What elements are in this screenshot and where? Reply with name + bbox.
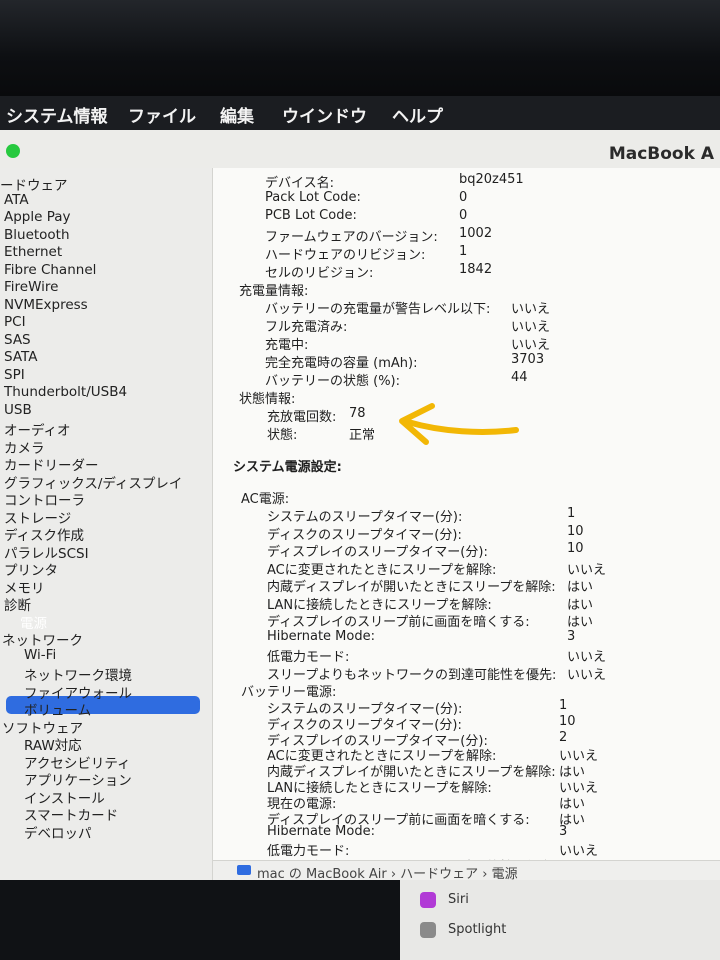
sidebar-item[interactable]: PCI <box>4 314 26 330</box>
screen-bezel <box>0 0 720 96</box>
sidebar-item[interactable]: Apple Pay <box>4 209 71 225</box>
siri-row[interactable]: Siri <box>420 892 469 908</box>
sidebar-item[interactable]: Fibre Channel <box>4 262 96 278</box>
siri-label: Siri <box>448 892 469 907</box>
field-value: いいえ <box>567 667 607 683</box>
field-label: PCB Lot Code: <box>265 208 357 223</box>
field-value: 0 <box>459 190 468 205</box>
sidebar-item[interactable]: SAS <box>4 332 31 348</box>
field-label: 状態: <box>267 428 298 443</box>
field-label: スリープよりもネットワークの到達可能性を優先: <box>267 667 557 683</box>
sidebar-item[interactable]: Bluetooth <box>4 227 70 243</box>
field-value: 0 <box>459 208 468 223</box>
field-label: Pack Lot Code: <box>265 190 361 205</box>
title-bar: MacBook A <box>0 130 720 169</box>
field-value: 78 <box>349 406 366 421</box>
menu-bar: システム情報 ファイル 編集 ウインドウ ヘルプ <box>0 96 720 130</box>
field-label: 内蔵ディスプレイが開いたときにスリープを解除: <box>267 580 556 595</box>
field-label: ディスプレイのスリープ前に画面を暗くする: <box>267 615 530 630</box>
field-value: 10 <box>559 713 576 729</box>
yellow-arrow <box>399 403 519 445</box>
menu-window[interactable]: ウインドウ <box>282 102 367 127</box>
field-value: はい <box>567 580 594 595</box>
section-header: システム電源設定: <box>233 460 342 475</box>
field-label: 充放電回数: <box>267 410 337 425</box>
field-value: 1 <box>459 244 468 259</box>
section-header: 充電量情報: <box>239 284 309 299</box>
sidebar-item[interactable]: Thunderbolt/USB4 <box>4 384 127 400</box>
field-label: ファームウェアのバージョン: <box>265 230 438 245</box>
field-label: バッテリーの充電量が警告レベル以下: <box>265 302 491 317</box>
field-value: いいえ <box>567 650 607 665</box>
field-label: Hibernate Mode: <box>267 824 375 840</box>
field-label: LANに接続したときにスリープを解除: <box>267 597 492 613</box>
path-bar: mac の MacBook Air › ハードウェア › 電源 <box>213 860 720 882</box>
field-label: ハードウェアのリビジョン: <box>265 248 426 263</box>
sidebar-item[interactable]: SPI <box>4 367 25 383</box>
field-value: いいえ <box>511 302 551 317</box>
section-header: 状態情報: <box>239 392 296 407</box>
field-value: 10 <box>567 523 584 539</box>
field-value: 1002 <box>459 226 493 241</box>
section-header: AC電源: <box>241 492 290 507</box>
siri-icon <box>420 892 436 908</box>
field-value: いいえ <box>511 338 551 353</box>
field-value: 10 <box>567 541 584 556</box>
field-value: はい <box>567 597 594 613</box>
field-value: 1 <box>567 506 576 521</box>
field-value: いいえ <box>511 320 551 335</box>
field-value: 44 <box>511 370 528 385</box>
field-value: 3703 <box>511 352 545 367</box>
field-label: システムのスリープタイマー(分): <box>267 510 463 525</box>
sidebar-item[interactable]: Wi-Fi <box>24 647 56 663</box>
field-label: フル充電済み: <box>265 320 348 335</box>
field-value: 正常 <box>349 428 376 443</box>
field-value: いいえ <box>567 562 607 578</box>
field-label: 充電中: <box>265 338 309 353</box>
menu-help[interactable]: ヘルプ <box>392 102 443 127</box>
field-value: 1842 <box>459 262 493 277</box>
detail-pane: デバイス名: bq20z451 Pack Lot Code: 0 PCB Lot Cod… <box>213 168 720 891</box>
field-label: セルのリビジョン: <box>265 266 374 281</box>
field-label: デバイス名: <box>265 176 334 191</box>
sidebar-item[interactable]: FireWire <box>4 279 58 295</box>
background-window: Siri Spotlight <box>400 880 720 960</box>
field-value: bq20z451 <box>459 172 524 187</box>
menu-file[interactable]: ファイル <box>128 102 196 127</box>
field-value: はい <box>567 615 594 630</box>
field-label: ディスプレイのスリープタイマー(分): <box>267 545 488 560</box>
field-label: 完全充電時の容量 (mAh): <box>265 356 418 371</box>
field-label: ACに変更されたときにスリープを解除: <box>267 562 497 578</box>
field-label: 低電力モード: <box>267 650 350 665</box>
sidebar-item[interactable]: SATA <box>4 349 37 365</box>
spotlight-row[interactable]: Spotlight <box>420 922 507 938</box>
laptop-icon <box>237 865 251 875</box>
field-value: 3 <box>567 628 576 644</box>
window-title: MacBook A <box>608 144 714 164</box>
menu-app[interactable]: システム情報 <box>6 102 108 127</box>
spotlight-icon <box>420 922 436 938</box>
field-value: 1 <box>559 698 568 713</box>
sidebar-item[interactable]: デベロッパ <box>24 822 92 842</box>
menu-edit[interactable]: 編集 <box>220 102 254 127</box>
field-label: Hibernate Mode: <box>267 628 375 644</box>
sidebar-item[interactable]: ATA <box>4 192 29 208</box>
sidebar-item[interactable]: NVMExpress <box>4 297 88 313</box>
zoom-button[interactable] <box>6 144 20 158</box>
sidebar: ードウェア ATA Apple Pay Bluetooth Ethernet Fibre … <box>0 168 213 880</box>
desk-background <box>0 880 400 960</box>
sidebar-item[interactable]: USB <box>4 402 32 418</box>
sidebar-item[interactable]: Ethernet <box>4 244 62 260</box>
field-value: 3 <box>559 824 568 840</box>
field-label: バッテリーの状態 (%): <box>265 374 401 389</box>
field-label: ディスクのスリープタイマー(分): <box>267 527 462 543</box>
system-information-window: MacBook A ードウェア ATA Apple Pay Bluetooth Ethe… <box>0 130 720 891</box>
spotlight-label: Spotlight <box>448 922 507 937</box>
field-value: 2 <box>559 729 568 745</box>
